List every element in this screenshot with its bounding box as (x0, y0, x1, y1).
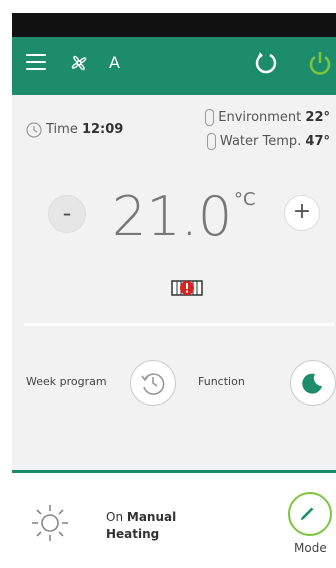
water-temperature: Water Temp. 47° (206, 133, 330, 150)
decrease-temperature-button[interactable]: - (48, 195, 86, 233)
week-program-button[interactable] (130, 360, 176, 406)
time-display: Time 12:09 (46, 122, 123, 137)
on-label: On (106, 510, 124, 524)
function-button[interactable] (290, 360, 336, 406)
refresh-icon[interactable] (252, 49, 280, 77)
section-divider (24, 323, 334, 326)
fan-mode-label: A (109, 53, 120, 72)
time-value: 12:09 (81, 122, 124, 137)
water-value: 47° (305, 134, 330, 149)
setpoint-temperature: 21.0 (112, 185, 233, 248)
mode-button-label: Mode (294, 541, 327, 555)
radiator-alarm-icon[interactable] (171, 278, 203, 298)
thermometer-icon (206, 133, 216, 150)
current-mode-status: On Manual Heating (106, 509, 176, 543)
mode-button[interactable] (288, 492, 332, 536)
mode-name: Manual (126, 510, 177, 524)
power-icon[interactable] (306, 49, 334, 77)
menu-icon[interactable] (26, 54, 46, 70)
increase-temperature-button[interactable]: + (284, 195, 320, 231)
environment-label: Environment (218, 110, 302, 125)
week-program-label: Week program (26, 375, 107, 388)
moon-icon (302, 373, 322, 394)
temperature-unit: °C (234, 189, 256, 210)
thermometer-icon (205, 109, 215, 126)
header-bar: A (12, 37, 336, 95)
function-label: Function (198, 375, 245, 388)
water-label: Water Temp. (219, 134, 302, 149)
clock-icon (26, 122, 42, 138)
fan-icon[interactable] (67, 51, 91, 75)
thermostat-panel: Time 12:09 Environment 22° Water Temp. 4… (12, 95, 336, 470)
pencil-icon (300, 507, 314, 521)
environment-value: 22° (305, 110, 330, 125)
time-label: Time (46, 122, 78, 137)
status-bar (0, 0, 336, 37)
history-clock-icon (141, 373, 165, 395)
accent-divider (12, 470, 336, 473)
status-bar-background (12, 13, 336, 37)
function-name: Heating (106, 527, 160, 541)
sun-icon (32, 505, 68, 541)
environment-temperature: Environment 22° (205, 109, 330, 126)
